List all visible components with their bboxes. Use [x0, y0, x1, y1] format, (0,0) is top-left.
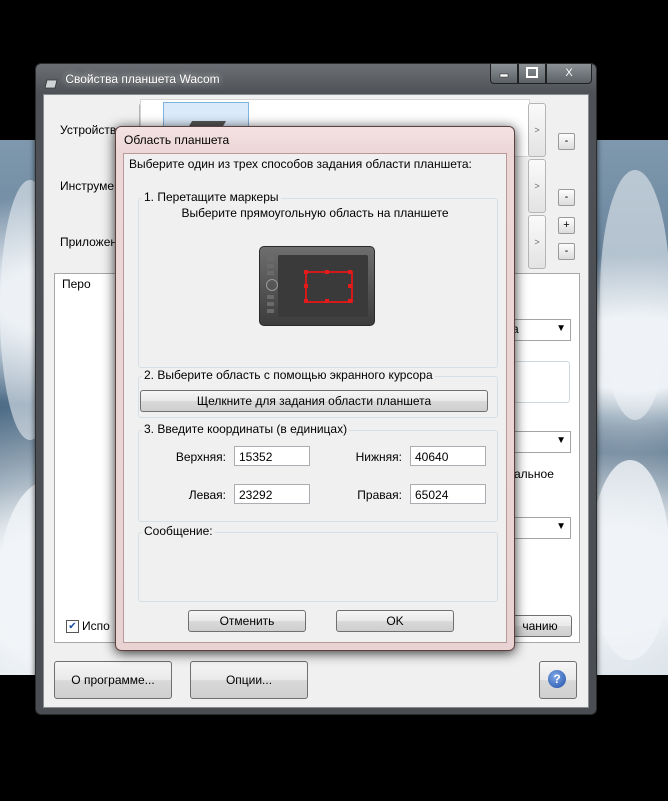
minimize-button[interactable] [490, 64, 518, 84]
tool-next-button[interactable]: > [528, 159, 546, 213]
resize-handle-bottom-right[interactable] [348, 299, 352, 303]
express-key [267, 257, 274, 261]
about-button-label: О программе... [71, 673, 155, 687]
plus-icon: + [563, 219, 570, 231]
options-button[interactable]: Опции... [190, 661, 308, 699]
selected-area-rectangle[interactable] [305, 271, 353, 303]
caption-buttons: X [490, 64, 592, 84]
section1-title: 1. Перетащите маркеры [142, 190, 281, 204]
dialog-client-area: Выберите один из трех способов задания о… [123, 153, 507, 643]
device-next-button[interactable]: > [528, 103, 546, 157]
use-checkbox[interactable]: ✔ [66, 620, 79, 633]
tool-remove-button[interactable]: - [558, 189, 575, 206]
message-label: Сообщение: [142, 524, 215, 538]
section1-subtitle: Выберите прямоугольную область на планше… [181, 206, 449, 220]
minus-icon: - [564, 135, 569, 147]
set-area-button-label: Щелкните для задания области планшета [196, 394, 432, 408]
left-coordinate-field[interactable]: 23292 [234, 484, 310, 504]
resize-handle-right[interactable] [348, 284, 352, 288]
use-checkbox-label: Испо [82, 619, 110, 633]
tab-pen[interactable]: Перо [54, 273, 112, 295]
ok-button-label: OK [386, 614, 404, 628]
express-key [267, 264, 274, 268]
ok-button[interactable]: OK [336, 610, 454, 632]
right-coordinate-field[interactable]: 65024 [410, 484, 486, 504]
bottom-label: Нижняя: [355, 450, 402, 464]
bottom-coordinate-field[interactable]: 40640 [410, 446, 486, 466]
dialog-intro-text: Выберите один из трех способов задания о… [129, 157, 472, 171]
express-key [267, 295, 274, 299]
pen-dropdown-3[interactable]: ▼ [509, 517, 571, 539]
resize-handle-bottom-left[interactable] [304, 299, 308, 303]
top-coordinate-field[interactable]: 15352 [234, 446, 310, 466]
resize-handle-bottom[interactable] [325, 299, 329, 303]
tablet-area-dialog: Область планшета Выберите один из трех с… [115, 126, 515, 651]
close-icon: X [565, 67, 573, 79]
settings-group-box [514, 361, 570, 403]
pen-dropdown-2[interactable]: ▼ [509, 431, 571, 453]
message-group [138, 532, 498, 602]
express-key [267, 309, 274, 313]
window-title: Свойства планшета Wacom [65, 72, 220, 86]
chevron-down-icon: ▼ [556, 323, 566, 334]
minus-icon: - [564, 191, 569, 203]
express-key [267, 271, 274, 275]
express-key [267, 302, 274, 306]
window-title-bar: Свойства планшета Wacom [42, 69, 220, 89]
resize-handle-left[interactable] [304, 284, 308, 288]
default-button-label: чанию [522, 619, 558, 633]
touch-ring [266, 279, 278, 291]
dialog-title: Область планшета [124, 133, 230, 147]
device-label: Устройство [60, 123, 123, 137]
tablet-preview[interactable] [259, 246, 375, 326]
maximize-button[interactable] [518, 64, 546, 84]
cancel-button[interactable]: Отменить [188, 610, 306, 632]
chevron-right-icon: > [534, 181, 540, 191]
set-area-by-cursor-button[interactable]: Щелкните для задания области планшета [140, 390, 488, 412]
top-label: Верхняя: [175, 450, 226, 464]
close-button[interactable]: X [546, 64, 592, 84]
chevron-right-icon: > [534, 125, 540, 135]
resize-handle-top-left[interactable] [304, 270, 308, 274]
section3-title: 3. Введите координаты (в единицах) [142, 422, 350, 436]
cancel-button-label: Отменить [219, 614, 275, 628]
help-button[interactable]: ? [539, 661, 577, 699]
pen-dropdown-1[interactable]: а ▼ [509, 319, 571, 341]
minus-icon: - [564, 245, 569, 257]
about-button[interactable]: О программе... [54, 661, 172, 699]
app-next-button[interactable]: > [528, 215, 546, 269]
left-label: Левая: [188, 488, 226, 502]
help-icon: ? [548, 670, 566, 688]
chevron-down-icon: ▼ [556, 521, 566, 532]
tablet-app-icon [42, 75, 58, 89]
default-button[interactable]: чанию [508, 615, 572, 637]
chevron-down-icon: ▼ [556, 435, 566, 446]
right-label: Правая: [357, 488, 402, 502]
app-add-button[interactable]: + [558, 217, 575, 234]
section2-title: 2. Выберите область с помощью экранного … [142, 368, 435, 382]
mode-label-partial: альное [514, 467, 554, 481]
options-button-label: Опции... [225, 673, 273, 687]
resize-handle-top[interactable] [325, 270, 329, 274]
app-remove-button[interactable]: - [558, 243, 575, 260]
chevron-right-icon: > [534, 237, 540, 247]
resize-handle-top-right[interactable] [348, 270, 352, 274]
coordinates-group [138, 430, 498, 522]
device-remove-button[interactable]: - [558, 133, 575, 150]
